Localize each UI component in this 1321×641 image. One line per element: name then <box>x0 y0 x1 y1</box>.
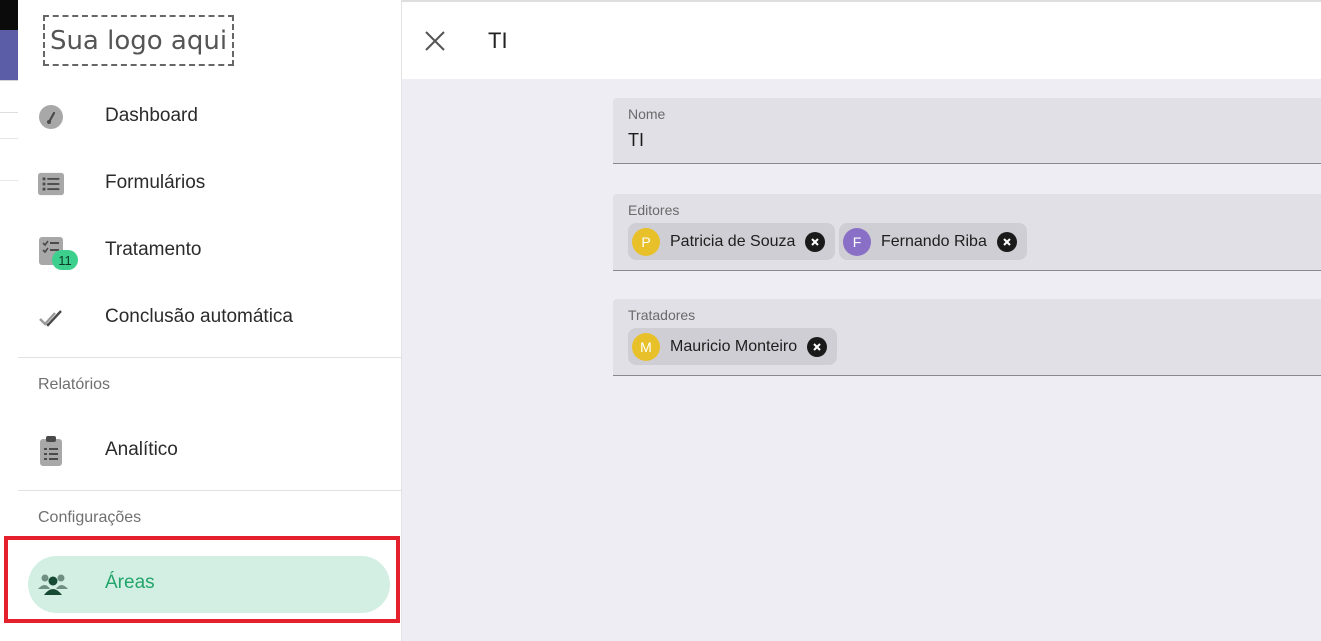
name-field[interactable]: Nome TI <box>613 98 1321 164</box>
page-title: TI <box>488 28 508 53</box>
sidebar-item-formularios[interactable]: Formulários <box>18 157 402 209</box>
sidebar: Sua logo aqui Dashboard Formulários 11 T… <box>4 0 402 641</box>
chip-name: Mauricio Monteiro <box>670 337 798 355</box>
sidebar-item-label: Formulários <box>105 172 206 193</box>
handlers-field[interactable]: Tratadores M Mauricio Monteiro <box>613 299 1321 376</box>
sidebar-item-label: Dashboard <box>105 105 198 126</box>
notification-badge: 11 <box>52 250 78 270</box>
gauge-icon <box>38 104 64 130</box>
close-icon[interactable] <box>422 28 448 54</box>
avatar: P <box>632 227 660 256</box>
sidebar-item-analitico[interactable]: Analítico <box>18 424 402 476</box>
name-field-value[interactable]: TI <box>628 130 644 151</box>
sidebar-item-label: Tratamento <box>105 239 202 260</box>
panel-header: TI <box>402 0 1321 79</box>
name-field-label: Nome <box>628 106 666 122</box>
clipboard-icon <box>38 436 64 466</box>
chip-name: Patricia de Souza <box>670 232 796 250</box>
section-title-configuracoes: Configurações <box>38 509 142 526</box>
logo-placeholder: Sua logo aqui <box>43 15 234 66</box>
remove-chip-icon[interactable] <box>807 336 828 357</box>
sidebar-item-tratamento[interactable]: 11 Tratamento <box>18 224 402 276</box>
editor-chip-fernando: F Fernando Riba <box>839 223 1027 260</box>
sidebar-item-conclusao-automatica[interactable]: Conclusão automática <box>18 291 402 343</box>
area-detail-panel: TI Nome TI Editores P Patricia de Souza … <box>402 0 1321 641</box>
handler-chip-mauricio: M Mauricio Monteiro <box>628 328 838 365</box>
sidebar-item-label: Conclusão automática <box>105 306 293 327</box>
sidebar-divider <box>18 490 402 491</box>
editors-field[interactable]: Editores P Patricia de Souza F Fernando … <box>613 194 1321 271</box>
list-icon <box>38 171 64 197</box>
remove-chip-icon[interactable] <box>996 231 1017 252</box>
avatar: M <box>632 332 660 361</box>
editor-chip-patricia: P Patricia de Souza <box>628 223 836 260</box>
remove-chip-icon[interactable] <box>805 231 826 252</box>
sidebar-item-label: Analítico <box>105 439 178 460</box>
editors-field-label: Editores <box>628 202 680 218</box>
section-title-relatorios: Relatórios <box>38 376 111 393</box>
sidebar-divider <box>18 357 402 358</box>
handlers-field-label: Tratadores <box>628 307 696 323</box>
chip-name: Fernando Riba <box>881 232 987 250</box>
sidebar-item-dashboard[interactable]: Dashboard <box>18 90 402 142</box>
annotation-highlight-box <box>4 536 400 623</box>
double-check-icon <box>38 305 64 331</box>
avatar: F <box>843 227 871 256</box>
